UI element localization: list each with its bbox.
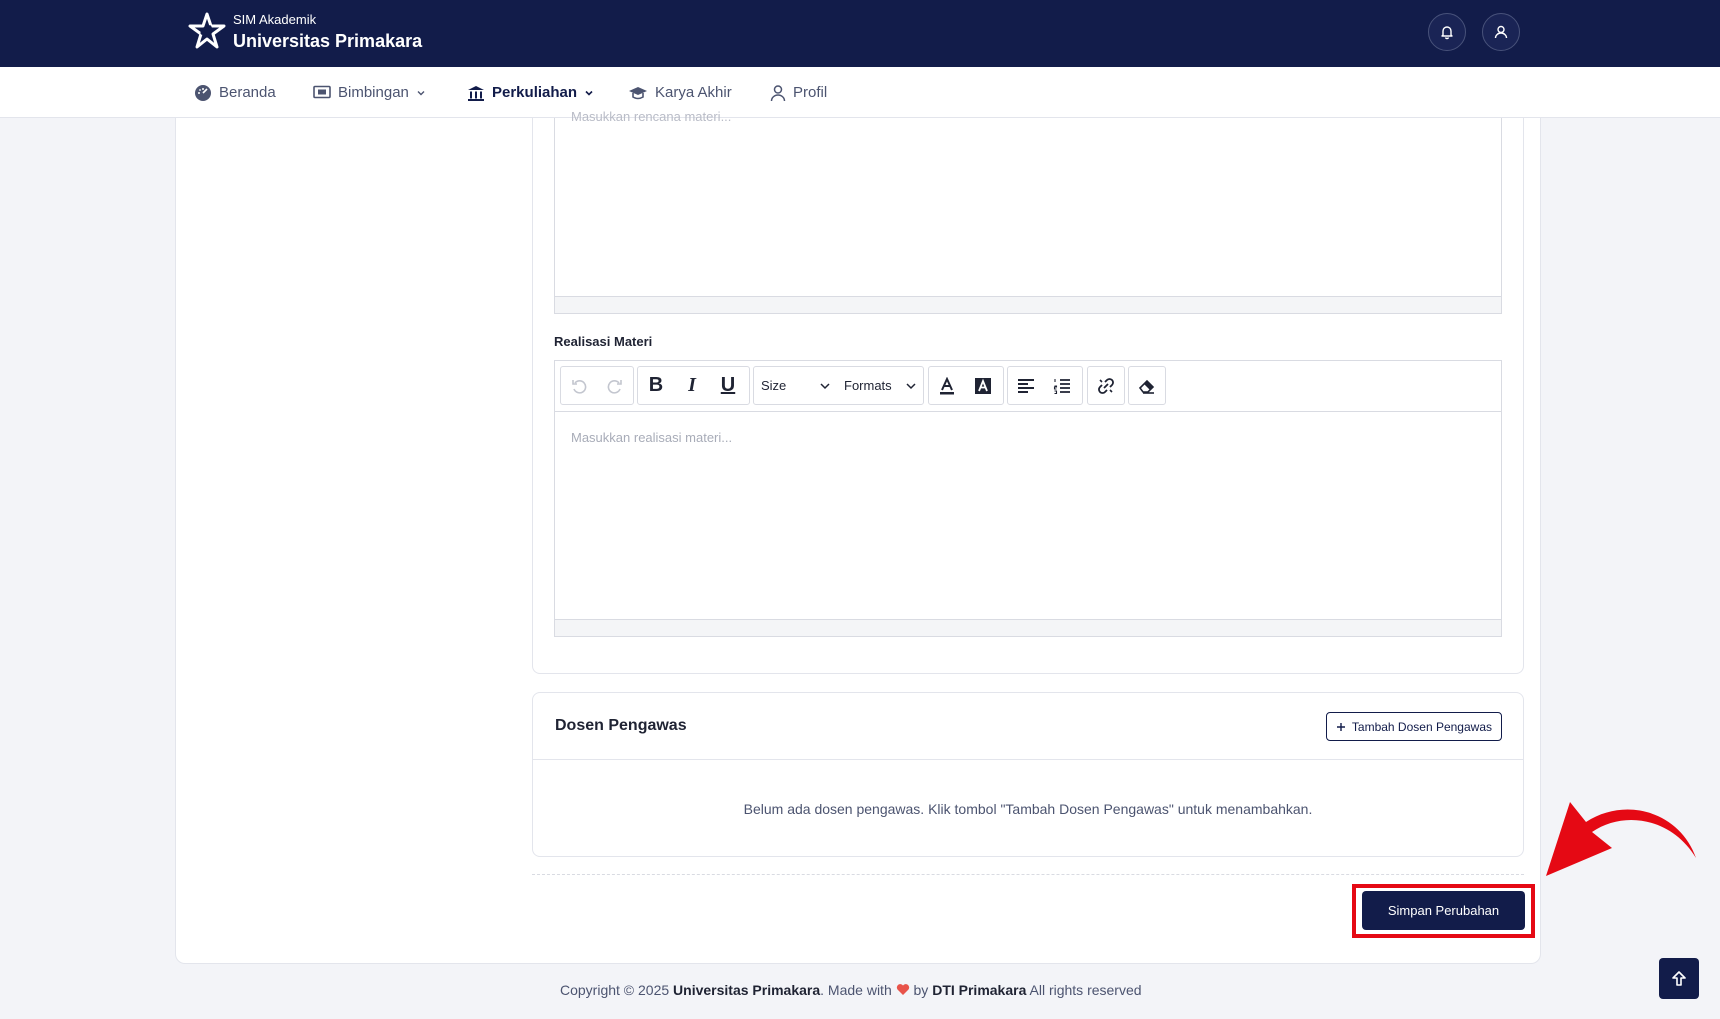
editor-placeholder: Masukkan rencana materi...	[571, 109, 732, 124]
nav-label: Bimbingan	[338, 84, 409, 101]
brand[interactable]: SIM Akademik Universitas Primakara	[233, 12, 422, 52]
add-dosen-pengawas-button[interactable]: Tambah Dosen Pengawas	[1325, 712, 1502, 741]
undo-icon	[572, 379, 587, 394]
scroll-to-top-button[interactable]	[1659, 958, 1699, 999]
plus-icon	[1336, 722, 1345, 731]
editor-statusbar	[555, 619, 1501, 636]
dosen-pengawas-card: Dosen Pengawas Tambah Dosen Pengawas Bel…	[532, 692, 1524, 857]
link-group	[1087, 366, 1125, 405]
undo-button[interactable]	[561, 367, 597, 404]
main-nav: Beranda Bimbingan Perkuliahan Karya Akhi…	[0, 67, 1720, 118]
eraser-icon	[1138, 379, 1155, 394]
size-select[interactable]: Size	[754, 367, 837, 404]
footer-prefix: Copyright © 2025	[560, 982, 674, 998]
text-color-icon	[940, 376, 954, 394]
dosen-pengawas-title: Dosen Pengawas	[555, 717, 687, 734]
heart-icon	[896, 984, 909, 995]
chevron-down-icon	[906, 382, 916, 389]
nav-item-bimbingan[interactable]: Bimbingan	[313, 67, 426, 118]
align-left-icon	[1018, 378, 1034, 393]
empty-state-message: Belum ada dosen pengawas. Klik tombol "T…	[743, 801, 1313, 817]
italic-button[interactable]: I	[674, 367, 710, 404]
graduation-cap-icon	[629, 86, 647, 99]
chevron-down-icon	[820, 382, 830, 389]
brand-subtitle: SIM Akademik	[233, 12, 317, 27]
clear-format-group	[1128, 366, 1166, 405]
footer-team: DTI Primakara	[932, 982, 1027, 998]
unlink-button[interactable]	[1088, 367, 1124, 404]
nav-label: Karya Akhir	[655, 84, 732, 101]
annotation-arrow-icon	[1546, 802, 1696, 876]
realisasi-materi-label: Realisasi Materi	[554, 334, 653, 349]
realisasi-editor-area[interactable]: Masukkan realisasi materi...	[555, 412, 1501, 621]
footer-suffix: All rights reserved	[1026, 982, 1142, 998]
text-color-button[interactable]	[929, 367, 965, 404]
unlink-icon	[1098, 377, 1114, 394]
user-icon	[1494, 25, 1508, 39]
add-dosen-label: Tambah Dosen Pengawas	[1351, 719, 1492, 734]
brand-title: Universitas Primakara	[233, 31, 423, 51]
highlight-box	[1352, 884, 1535, 938]
bell-icon	[1441, 26, 1453, 40]
primakara-logo-icon[interactable]	[187, 12, 227, 52]
bold-button[interactable]: B	[638, 367, 674, 404]
account-button[interactable]	[1482, 13, 1520, 51]
size-select-label: Size	[761, 378, 787, 393]
history-group	[560, 366, 634, 405]
rencana-materi-editor[interactable]: Masukkan rencana materi...	[554, 109, 1502, 314]
nav-item-beranda[interactable]: Beranda	[194, 67, 276, 118]
redo-button[interactable]	[597, 367, 633, 404]
paragraph-group	[1007, 366, 1083, 405]
user-icon	[770, 84, 786, 101]
formats-select[interactable]: Formats	[837, 367, 923, 404]
dosen-pengawas-header: Dosen Pengawas Tambah Dosen Pengawas	[533, 693, 1523, 760]
nav-label: Perkuliahan	[492, 84, 578, 101]
size-format-group: Size Formats	[753, 366, 924, 405]
background-color-button[interactable]	[965, 367, 1001, 404]
presentation-icon	[313, 85, 331, 98]
nav-item-profil[interactable]: Profil	[770, 67, 827, 118]
divider	[532, 874, 1524, 875]
formats-select-label: Formats	[844, 378, 892, 393]
footer-made-with: . Made with	[820, 982, 896, 998]
nav-label: Profil	[793, 84, 828, 101]
chevron-down-icon	[417, 90, 425, 95]
realisasi-materi-editor: B I U Size Formats Masukkan realisasi ma…	[554, 360, 1502, 637]
background-color-icon	[975, 377, 991, 394]
footer-org: Universitas Primakara	[673, 982, 821, 998]
dashboard-icon	[195, 84, 211, 101]
underline-button[interactable]: U	[710, 367, 746, 404]
editor-toolbar: B I U Size Formats	[555, 361, 1501, 412]
redo-icon	[607, 379, 622, 394]
nav-label: Beranda	[219, 84, 276, 101]
editor-placeholder: Masukkan realisasi materi...	[571, 430, 733, 445]
footer-by: by	[909, 982, 933, 998]
color-group	[928, 366, 1004, 405]
ordered-list-button[interactable]	[1044, 367, 1080, 404]
align-left-button[interactable]	[1008, 367, 1044, 404]
institution-icon	[468, 85, 484, 101]
editor-statusbar	[555, 296, 1501, 313]
clear-format-button[interactable]	[1129, 367, 1165, 404]
top-header: SIM Akademik Universitas Primakara	[0, 0, 1720, 67]
chevron-down-icon	[585, 90, 593, 96]
ordered-list-icon	[1053, 378, 1070, 394]
notification-button[interactable]	[1428, 13, 1466, 51]
text-style-group: B I U	[637, 366, 750, 405]
arrow-up-icon	[1672, 970, 1686, 986]
